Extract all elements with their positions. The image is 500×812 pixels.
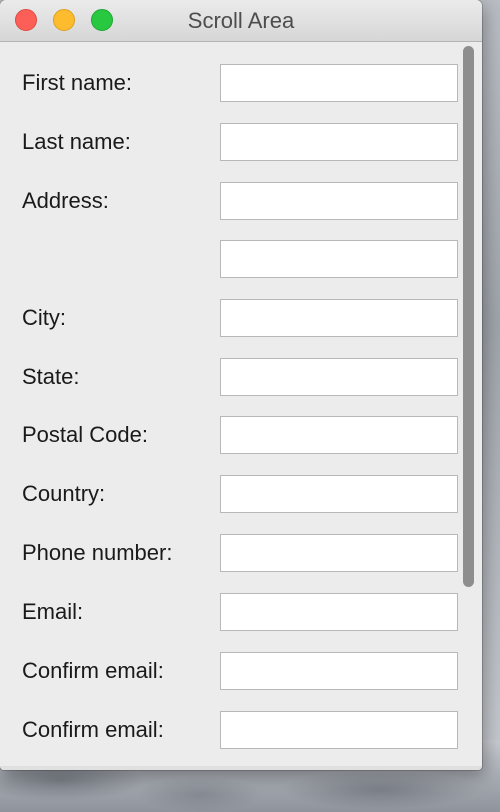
- last-name-label: Last name:: [22, 129, 131, 154]
- form-row-address: Address:: [0, 182, 470, 220]
- postal-code-field[interactable]: [220, 416, 458, 454]
- zoom-button[interactable]: [91, 9, 113, 31]
- first-name-label: First name:: [22, 70, 133, 95]
- form-row-first-name: First name:: [0, 64, 470, 102]
- form-row-city: City:: [0, 299, 470, 337]
- form-row-country: Country:: [0, 475, 470, 513]
- form-row-postal-code: Postal Code:: [0, 416, 470, 454]
- last-name-field[interactable]: [220, 123, 458, 161]
- country-field[interactable]: [220, 475, 458, 513]
- confirm-email-field-2[interactable]: [220, 711, 458, 749]
- phone-number-label: Phone number:: [22, 540, 173, 565]
- scroll-area-window: Scroll Area First name: Last name: Addre…: [0, 0, 482, 770]
- scrollbar-thumb[interactable]: [463, 46, 474, 587]
- form-row-email: Email:: [0, 593, 470, 631]
- address-line1-field[interactable]: [220, 182, 458, 220]
- close-button[interactable]: [15, 9, 37, 31]
- phone-number-field[interactable]: [220, 534, 458, 572]
- confirm-email-label: Confirm email:: [22, 658, 164, 683]
- first-name-field[interactable]: [220, 64, 458, 102]
- city-field[interactable]: [220, 299, 458, 337]
- postal-code-label: Postal Code:: [22, 422, 148, 447]
- email-label: Email:: [22, 599, 84, 624]
- form-row-state: State:: [0, 358, 470, 396]
- form-row-phone: Phone number:: [0, 534, 470, 572]
- form-row-address-2: [0, 240, 470, 278]
- form-row-confirm-email-2: Confirm email:: [0, 711, 470, 749]
- confirm-email-label-2: Confirm email:: [22, 717, 164, 742]
- form-row-confirm-email: Confirm email:: [0, 652, 470, 690]
- title-bar[interactable]: Scroll Area: [0, 0, 482, 42]
- scroll-area[interactable]: First name: Last name: Address: City: St…: [0, 42, 482, 766]
- address-line2-field[interactable]: [220, 240, 458, 278]
- minimize-button[interactable]: [53, 9, 75, 31]
- city-label: City:: [22, 305, 66, 330]
- state-label: State:: [22, 364, 80, 389]
- email-field[interactable]: [220, 593, 458, 631]
- form-row-last-name: Last name:: [0, 123, 470, 161]
- state-field[interactable]: [220, 358, 458, 396]
- country-label: Country:: [22, 481, 106, 506]
- confirm-email-field[interactable]: [220, 652, 458, 690]
- address-label: Address:: [22, 188, 109, 213]
- window-bottom-edge: [0, 766, 482, 770]
